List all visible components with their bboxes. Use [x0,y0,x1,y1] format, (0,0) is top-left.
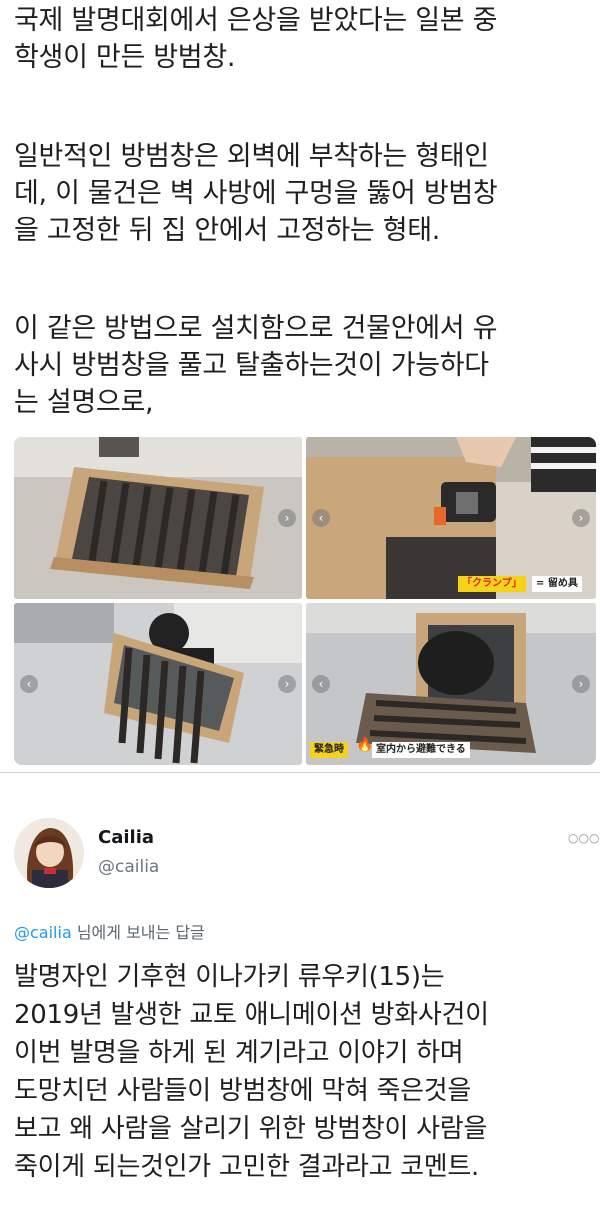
emergency-caption-text: 室内から避難できる [372,742,470,758]
display-name[interactable]: Cailia [98,827,154,848]
photo-carry-illustration [14,603,302,765]
photo-clamp-illustration [306,437,596,599]
post-line: 일반적인 방범창은 외벽에 부착하는 형태인 [14,141,489,172]
photo-frame-illustration [14,437,302,599]
reply-line: 죽이게 되는것인가 고민한 결과라고 코멘트. [14,1152,479,1182]
next-arrow-icon[interactable]: › [572,509,590,527]
photo-tile-carry[interactable]: ‹ › [14,603,302,765]
next-arrow-icon[interactable]: › [572,675,590,693]
avatar-illustration [14,818,84,888]
reply-line: 도망치던 사람들이 방범창에 막혀 죽은것을 [14,1076,472,1106]
post-line: 사시 방범창을 풀고 탈출하는것이 가능하다 [14,350,489,381]
more-dots-icon[interactable]: ○○○ [568,831,599,845]
reply-line: 보고 왜 사람을 살리기 위한 방범창이 사람을 [14,1114,487,1144]
avatar[interactable] [14,818,84,888]
prev-arrow-icon[interactable]: ‹ [312,675,330,693]
prev-arrow-icon[interactable]: ‹ [20,675,38,693]
reply-line: 2019년 발생한 교토 애니메이션 방화사건이 [14,1000,489,1030]
post-paragraph-1: 국제 발명대회에서 은상을 받았다는 일본 중 학생이 만든 방범창. [14,2,594,76]
photo-grid: › ‹ › 「クランプ」 = 留め具 ‹ › ‹ › 緊急時 室内から避難できる… [14,437,596,765]
next-arrow-icon[interactable]: › [278,675,296,693]
reply-to-handle[interactable]: @cailia [14,923,72,942]
prev-arrow-icon[interactable]: ‹ [312,509,330,527]
reply-body: 발명자인 기후현 이나가키 류우키(15)는 2019년 발생한 교토 애니메이… [14,958,594,1186]
flame-icon: 🔥 [356,737,374,753]
post-paragraph-3: 이 같은 방법으로 설치함으로 건물안에서 유 사시 방범창을 풀고 탈출하는것… [14,310,594,421]
photo-escape-illustration [306,603,596,765]
post-paragraph-2: 일반적인 방범창은 외벽에 부착하는 형태인 데, 이 물건은 벽 사방에 구멍… [14,138,594,249]
reply-line: 발명자인 기후현 이나가키 류우키(15)는 [14,962,445,992]
photo-tile-clamp[interactable]: ‹ › 「クランプ」 = 留め具 [306,437,596,599]
divider [0,772,600,773]
reply-to-suffix: 님에게 보내는 답글 [71,923,205,942]
post-line: 는 설명으로, [14,387,154,418]
clamp-caption-label: 「クランプ」 [458,576,526,592]
next-arrow-icon[interactable]: › [278,509,296,527]
emergency-caption-label: 緊急時 [310,742,348,758]
photo-tile-frame[interactable]: › [14,437,302,599]
post-line: 데, 이 물건은 벽 사방에 구멍을 뚫어 방범창 [14,178,498,209]
reply-to-line: @cailia 님에게 보내는 답글 [14,919,205,943]
photo-tile-escape[interactable]: ‹ › 緊急時 室内から避難できる 🔥 [306,603,596,765]
post-line: 을 고정한 뒤 집 안에서 고정하는 형태. [14,215,441,246]
reply-line: 이번 발명을 하게 된 계기라고 이야기 하며 [14,1038,464,1068]
post-line: 이 같은 방법으로 설치함으로 건물안에서 유 [14,313,498,344]
post-line: 학생이 만든 방범창. [14,42,236,73]
post-line: 국제 발명대회에서 은상을 받았다는 일본 중 [14,5,498,36]
user-handle[interactable]: @cailia [98,857,159,877]
clamp-caption-meaning: = 留め具 [532,576,582,592]
